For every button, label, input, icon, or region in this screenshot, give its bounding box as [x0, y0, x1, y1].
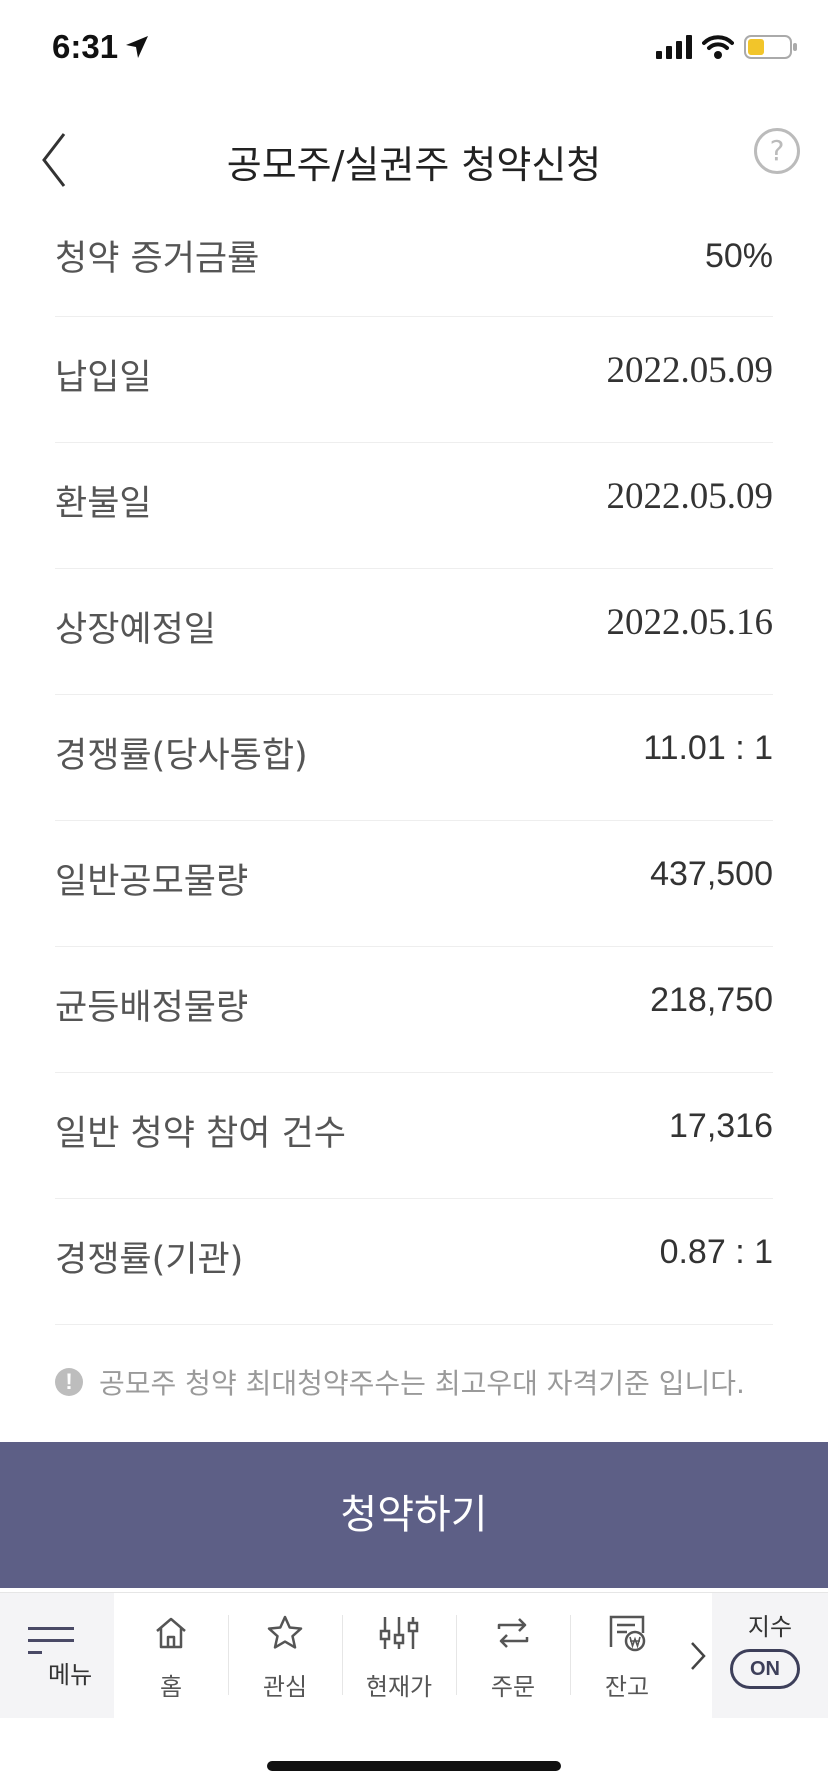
status-time: 6:31 [52, 28, 119, 65]
info-label: 경쟁률(기관) [55, 1240, 244, 1280]
nav-item-balance[interactable]: 잔고 [570, 1593, 684, 1718]
nav-menu-button[interactable]: 메뉴 [0, 1593, 114, 1718]
help-icon[interactable]: ? [754, 128, 800, 174]
info-row: 청약 증거금률 50% [55, 192, 773, 317]
info-list: 청약 증거금률 50% 납입일 2022.05.09 환불일 2022.05.0… [55, 192, 773, 1325]
nav-item-home[interactable]: 홈 [114, 1593, 228, 1718]
status-icons [656, 34, 798, 60]
info-value: 2022.05.09 [606, 476, 774, 517]
home-icon [156, 1617, 186, 1649]
index-toggle[interactable]: ON [730, 1649, 800, 1689]
battery-icon [744, 35, 797, 59]
info-row: 일반 청약 참여 건수 17,316 [55, 1073, 773, 1199]
info-label: 납입일 [55, 358, 152, 398]
index-label: 지수 [747, 1613, 793, 1641]
chevron-right-icon[interactable] [686, 1639, 710, 1673]
info-value: 50% [704, 237, 773, 275]
page-title: 공모주/실권주 청약신청 [226, 143, 602, 187]
info-value: 0.87 : 1 [659, 1233, 773, 1271]
home-indicator [267, 1761, 561, 1771]
info-row: 경쟁률(기관) 0.87 : 1 [55, 1199, 773, 1325]
nav-item-quote[interactable]: 현재가 [342, 1593, 456, 1718]
info-label: 일반공모물량 [55, 862, 249, 902]
info-label: 경쟁률(당사통합) [55, 736, 308, 776]
info-row: 일반공모물량 437,500 [55, 821, 773, 947]
subscribe-button[interactable]: 청약하기 [0, 1442, 828, 1588]
info-label: 환불일 [55, 484, 152, 524]
signal-icon [656, 35, 692, 59]
info-value: 437,500 [650, 855, 773, 893]
nav-label: 주문 [490, 1673, 536, 1701]
bottom-nav: 메뉴 홈 관심 현재가 주문 잔고 지수 ON [0, 1592, 828, 1718]
info-value: 17,316 [669, 1107, 773, 1145]
info-value: 2022.05.16 [606, 602, 774, 643]
info-label: 균등배정물량 [55, 988, 249, 1028]
nav-label: 잔고 [604, 1673, 650, 1701]
info-value: 11.01 : 1 [643, 729, 773, 767]
nav-item-order[interactable]: 주문 [456, 1593, 570, 1718]
info-row: 납입일 2022.05.09 [55, 317, 773, 443]
info-label: 청약 증거금률 [55, 239, 260, 279]
info-row: 상장예정일 2022.05.16 [55, 569, 773, 695]
info-row: 균등배정물량 218,750 [55, 947, 773, 1073]
info-label: 일반 청약 참여 건수 [55, 1114, 346, 1154]
wifi-icon [702, 35, 734, 59]
star-icon [267, 1615, 303, 1649]
status-bar: 6:31 [0, 0, 828, 100]
info-value: 218,750 [650, 981, 773, 1019]
notice-text: 공모주 청약 최대청약주수는 최고우대 자격기준 입니다. [99, 1367, 745, 1400]
info-row: 환불일 2022.05.09 [55, 443, 773, 569]
info-row: 경쟁률(당사통합) 11.01 : 1 [55, 695, 773, 821]
index-panel: 지수 ON [712, 1593, 828, 1718]
location-arrow-icon [126, 36, 148, 58]
info-label: 상장예정일 [55, 610, 217, 650]
balance-icon [609, 1615, 646, 1652]
nav-label: 현재가 [365, 1673, 433, 1701]
nav-menu-label: 메뉴 [48, 1661, 93, 1689]
nav-label: 홈 [159, 1673, 183, 1701]
notice: ! 공모주 청약 최대청약주수는 최고우대 자격기준 입니다. [55, 1362, 745, 1402]
nav-items: 홈 관심 현재가 주문 잔고 [114, 1593, 686, 1718]
sliders-icon [379, 1617, 419, 1649]
exchange-icon [497, 1618, 529, 1648]
nav-label: 관심 [262, 1673, 308, 1701]
nav-item-watchlist[interactable]: 관심 [228, 1593, 342, 1718]
info-value: 2022.05.09 [606, 350, 774, 391]
alert-icon: ! [55, 1368, 83, 1396]
